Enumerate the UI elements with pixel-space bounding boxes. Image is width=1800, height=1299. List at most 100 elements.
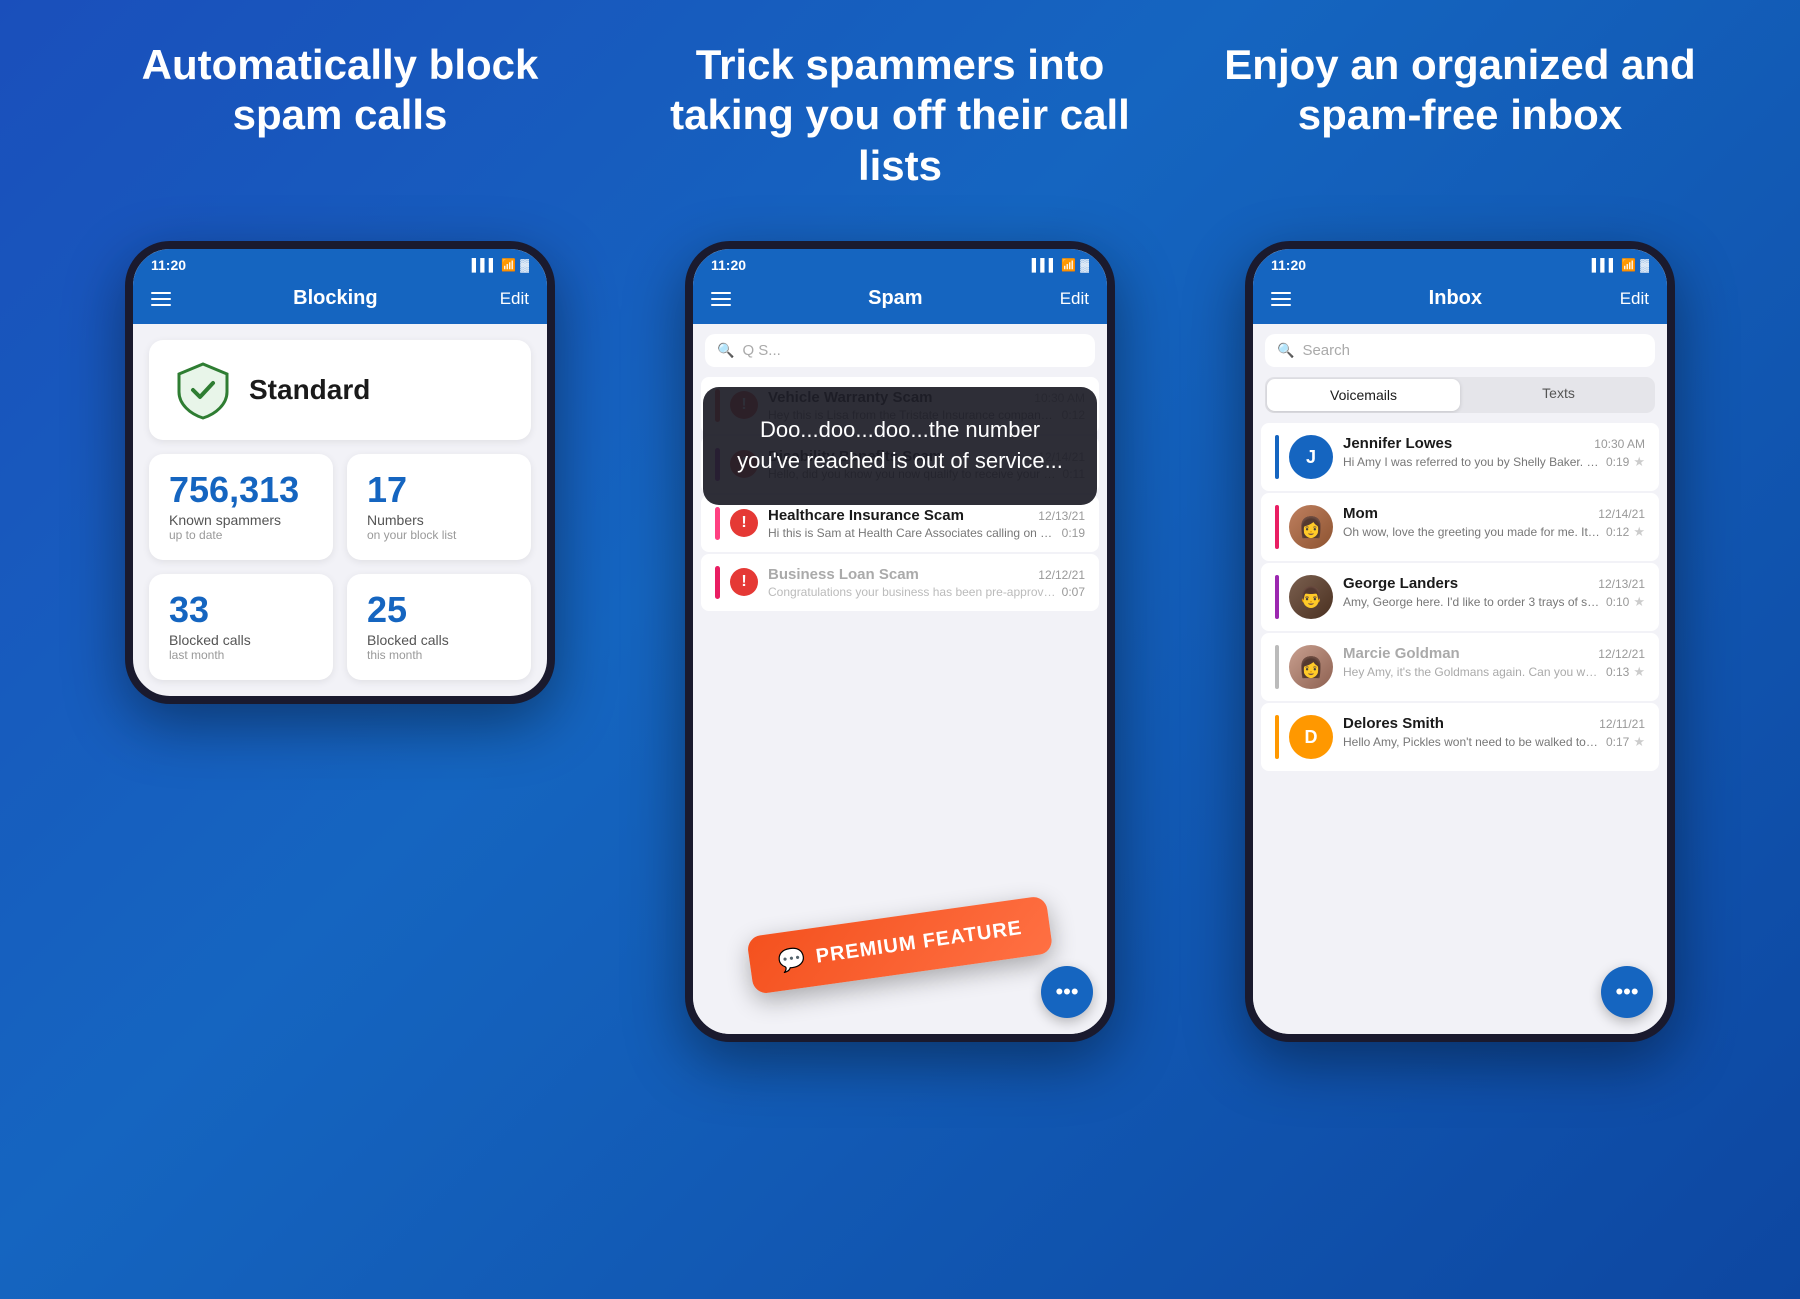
status-icons-1: ▌▌▌ 📶 ▓	[472, 258, 529, 272]
inbox-meta-2: 0:10 ★	[1606, 594, 1645, 610]
inbox-meta-3: 0:13 ★	[1606, 664, 1645, 680]
stat-number-1: 17	[367, 472, 511, 508]
inbox-info-0: Jennifer Lowes 10:30 AM Hi Amy I was ref…	[1343, 435, 1645, 470]
wifi-icon-2: 📶	[1061, 258, 1076, 272]
inbox-name-4: Delores Smith	[1343, 715, 1444, 732]
inbox-item-3[interactable]: 👩 Marcie Goldman 12/12/21 Hey Amy, it's …	[1261, 633, 1659, 701]
avatar-3: 👩	[1289, 645, 1333, 689]
inbox-preview-3: Hey Amy, it's the Goldmans again. Can yo…	[1343, 665, 1600, 679]
spam-accent-2	[715, 507, 720, 540]
signal-icon: ▌▌▌	[472, 258, 498, 272]
headline-2: Trick spammers into taking you off their…	[648, 40, 1152, 191]
search-icon-2: 🔍	[717, 342, 734, 359]
inbox-info-4: Delores Smith 12/11/21 Hello Amy, Pickle…	[1343, 715, 1645, 750]
stat-label-2: Blocked calls	[169, 632, 313, 648]
inbox-name-3: Marcie Goldman	[1343, 645, 1460, 662]
hamburger-icon[interactable]	[151, 292, 171, 306]
inbox-accent-1	[1275, 505, 1279, 549]
inbox-info-2: George Landers 12/13/21 Amy, George here…	[1343, 575, 1645, 610]
spam-duration-2: 0:19	[1062, 526, 1085, 540]
fab-button-2[interactable]: •••	[1041, 966, 1093, 1018]
inbox-name-1: Mom	[1343, 505, 1378, 522]
nav-bar-1: Blocking Edit	[133, 277, 547, 324]
inbox-meta-1: 0:12 ★	[1606, 524, 1645, 540]
spam-duration-3: 0:07	[1062, 585, 1085, 599]
inbox-item-2[interactable]: 👨 George Landers 12/13/21 Amy, George he…	[1261, 563, 1659, 631]
hamburger-icon-2[interactable]	[711, 292, 731, 306]
inbox-time-2: 12/13/21	[1598, 577, 1645, 591]
avatar-letter-3: 👩	[1299, 655, 1324, 680]
nav-edit-3[interactable]: Edit	[1620, 289, 1649, 309]
avatar-letter-2: 👨	[1299, 585, 1324, 610]
inbox-preview-2: Amy, George here. I'd like to order 3 tr…	[1343, 595, 1600, 609]
inbox-item-4[interactable]: D Delores Smith 12/11/21 Hello Amy, Pick…	[1261, 703, 1659, 771]
inbox-time-4: 12/11/21	[1599, 717, 1645, 731]
inbox-info-1: Mom 12/14/21 Oh wow, love the greeting y…	[1343, 505, 1645, 540]
inbox-accent-4	[1275, 715, 1279, 759]
avatar-letter-1: 👩	[1299, 515, 1324, 540]
star-icon-1: ★	[1633, 524, 1645, 540]
inbox-time-3: 12/12/21	[1598, 647, 1645, 661]
shield-icon	[173, 360, 233, 420]
spam-preview-3: Congratulations your business has been p…	[768, 585, 1056, 599]
phones-row: 11:20 ▌▌▌ 📶 ▓ Blocking Edit Standard	[60, 241, 1740, 1042]
tab-texts[interactable]: Texts	[1462, 377, 1655, 413]
phone-spam: 11:20 ▌▌▌ 📶 ▓ Spam Edit 🔍 Q S... !	[685, 241, 1115, 1042]
status-bar-3: 11:20 ▌▌▌ 📶 ▓	[1253, 249, 1667, 277]
nav-edit-1[interactable]: Edit	[500, 289, 529, 309]
spam-time-2: 12/13/21	[1038, 509, 1085, 523]
inbox-meta-0: 0:19 ★	[1606, 454, 1645, 470]
inbox-list: J Jennifer Lowes 10:30 AM Hi Amy I was r…	[1253, 423, 1667, 771]
hamburger-icon-3[interactable]	[1271, 292, 1291, 306]
nav-bar-3: Inbox Edit	[1253, 277, 1667, 324]
inbox-meta-4: 0:17 ★	[1606, 734, 1645, 750]
stat-number-2: 33	[169, 592, 313, 628]
stat-card-3: 25 Blocked calls this month	[347, 574, 531, 680]
spam-title-3: Business Loan Scam	[768, 566, 919, 583]
avatar-0: J	[1289, 435, 1333, 479]
headline-1: Automatically block spam calls	[88, 40, 592, 191]
blocking-content: Standard 756,313 Known spammers up to da…	[133, 324, 547, 696]
inbox-info-3: Marcie Goldman 12/12/21 Hey Amy, it's th…	[1343, 645, 1645, 680]
inbox-item-0[interactable]: J Jennifer Lowes 10:30 AM Hi Amy I was r…	[1261, 423, 1659, 491]
fab-icon-3: •••	[1615, 979, 1638, 1005]
spam-title-2: Healthcare Insurance Scam	[768, 507, 964, 524]
star-icon-4: ★	[1633, 734, 1645, 750]
status-bar-2: 11:20 ▌▌▌ 📶 ▓	[693, 249, 1107, 277]
search-placeholder-3: Search	[1302, 342, 1350, 359]
inbox-name-0: Jennifer Lowes	[1343, 435, 1452, 452]
signal-icon-3: ▌▌▌	[1592, 258, 1618, 272]
stat-label-0: Known spammers	[169, 512, 313, 528]
inbox-item-1[interactable]: 👩 Mom 12/14/21 Oh wow, love the greeting…	[1261, 493, 1659, 561]
inbox-search-bar[interactable]: 🔍 Search	[1265, 334, 1655, 367]
stat-card-2: 33 Blocked calls last month	[149, 574, 333, 680]
battery-icon-3: ▓	[1640, 258, 1649, 272]
stat-sublabel-3: this month	[367, 648, 511, 662]
headlines-row: Automatically block spam calls Trick spa…	[60, 40, 1740, 191]
spam-tooltip: Doo...doo...doo...the number you've reac…	[703, 387, 1097, 505]
nav-edit-2[interactable]: Edit	[1060, 289, 1089, 309]
stat-card-0: 756,313 Known spammers up to date	[149, 454, 333, 560]
phone-blocking: 11:20 ▌▌▌ 📶 ▓ Blocking Edit Standard	[125, 241, 555, 704]
spam-info-2: Healthcare Insurance Scam 12/13/21 Hi th…	[768, 507, 1085, 540]
fab-button-3[interactable]: •••	[1601, 966, 1653, 1018]
phone-inbox: 11:20 ▌▌▌ 📶 ▓ Inbox Edit 🔍 Search Voicem…	[1245, 241, 1675, 1042]
avatar-4: D	[1289, 715, 1333, 759]
spam-item-3[interactable]: ! Business Loan Scam 12/12/21 Congratula…	[701, 554, 1099, 611]
status-bar-1: 11:20 ▌▌▌ 📶 ▓	[133, 249, 547, 277]
search-placeholder-2: Q S...	[742, 342, 780, 359]
wifi-icon-3: 📶	[1621, 258, 1636, 272]
spam-search-bar[interactable]: 🔍 Q S...	[705, 334, 1095, 367]
premium-badge[interactable]: 💬 PREMIUM FEATURE	[746, 895, 1054, 995]
spam-time-3: 12/12/21	[1038, 568, 1085, 582]
battery-icon-2: ▓	[1080, 258, 1089, 272]
stat-sublabel-0: up to date	[169, 528, 313, 542]
avatar-1: 👩	[1289, 505, 1333, 549]
spam-accent-3	[715, 566, 720, 599]
tab-voicemails[interactable]: Voicemails	[1267, 379, 1460, 411]
inbox-accent-2	[1275, 575, 1279, 619]
inbox-tab-bar: Voicemails Texts	[1265, 377, 1655, 413]
inbox-accent-3	[1275, 645, 1279, 689]
standard-label: Standard	[249, 374, 370, 406]
nav-title-3: Inbox	[1429, 287, 1482, 310]
